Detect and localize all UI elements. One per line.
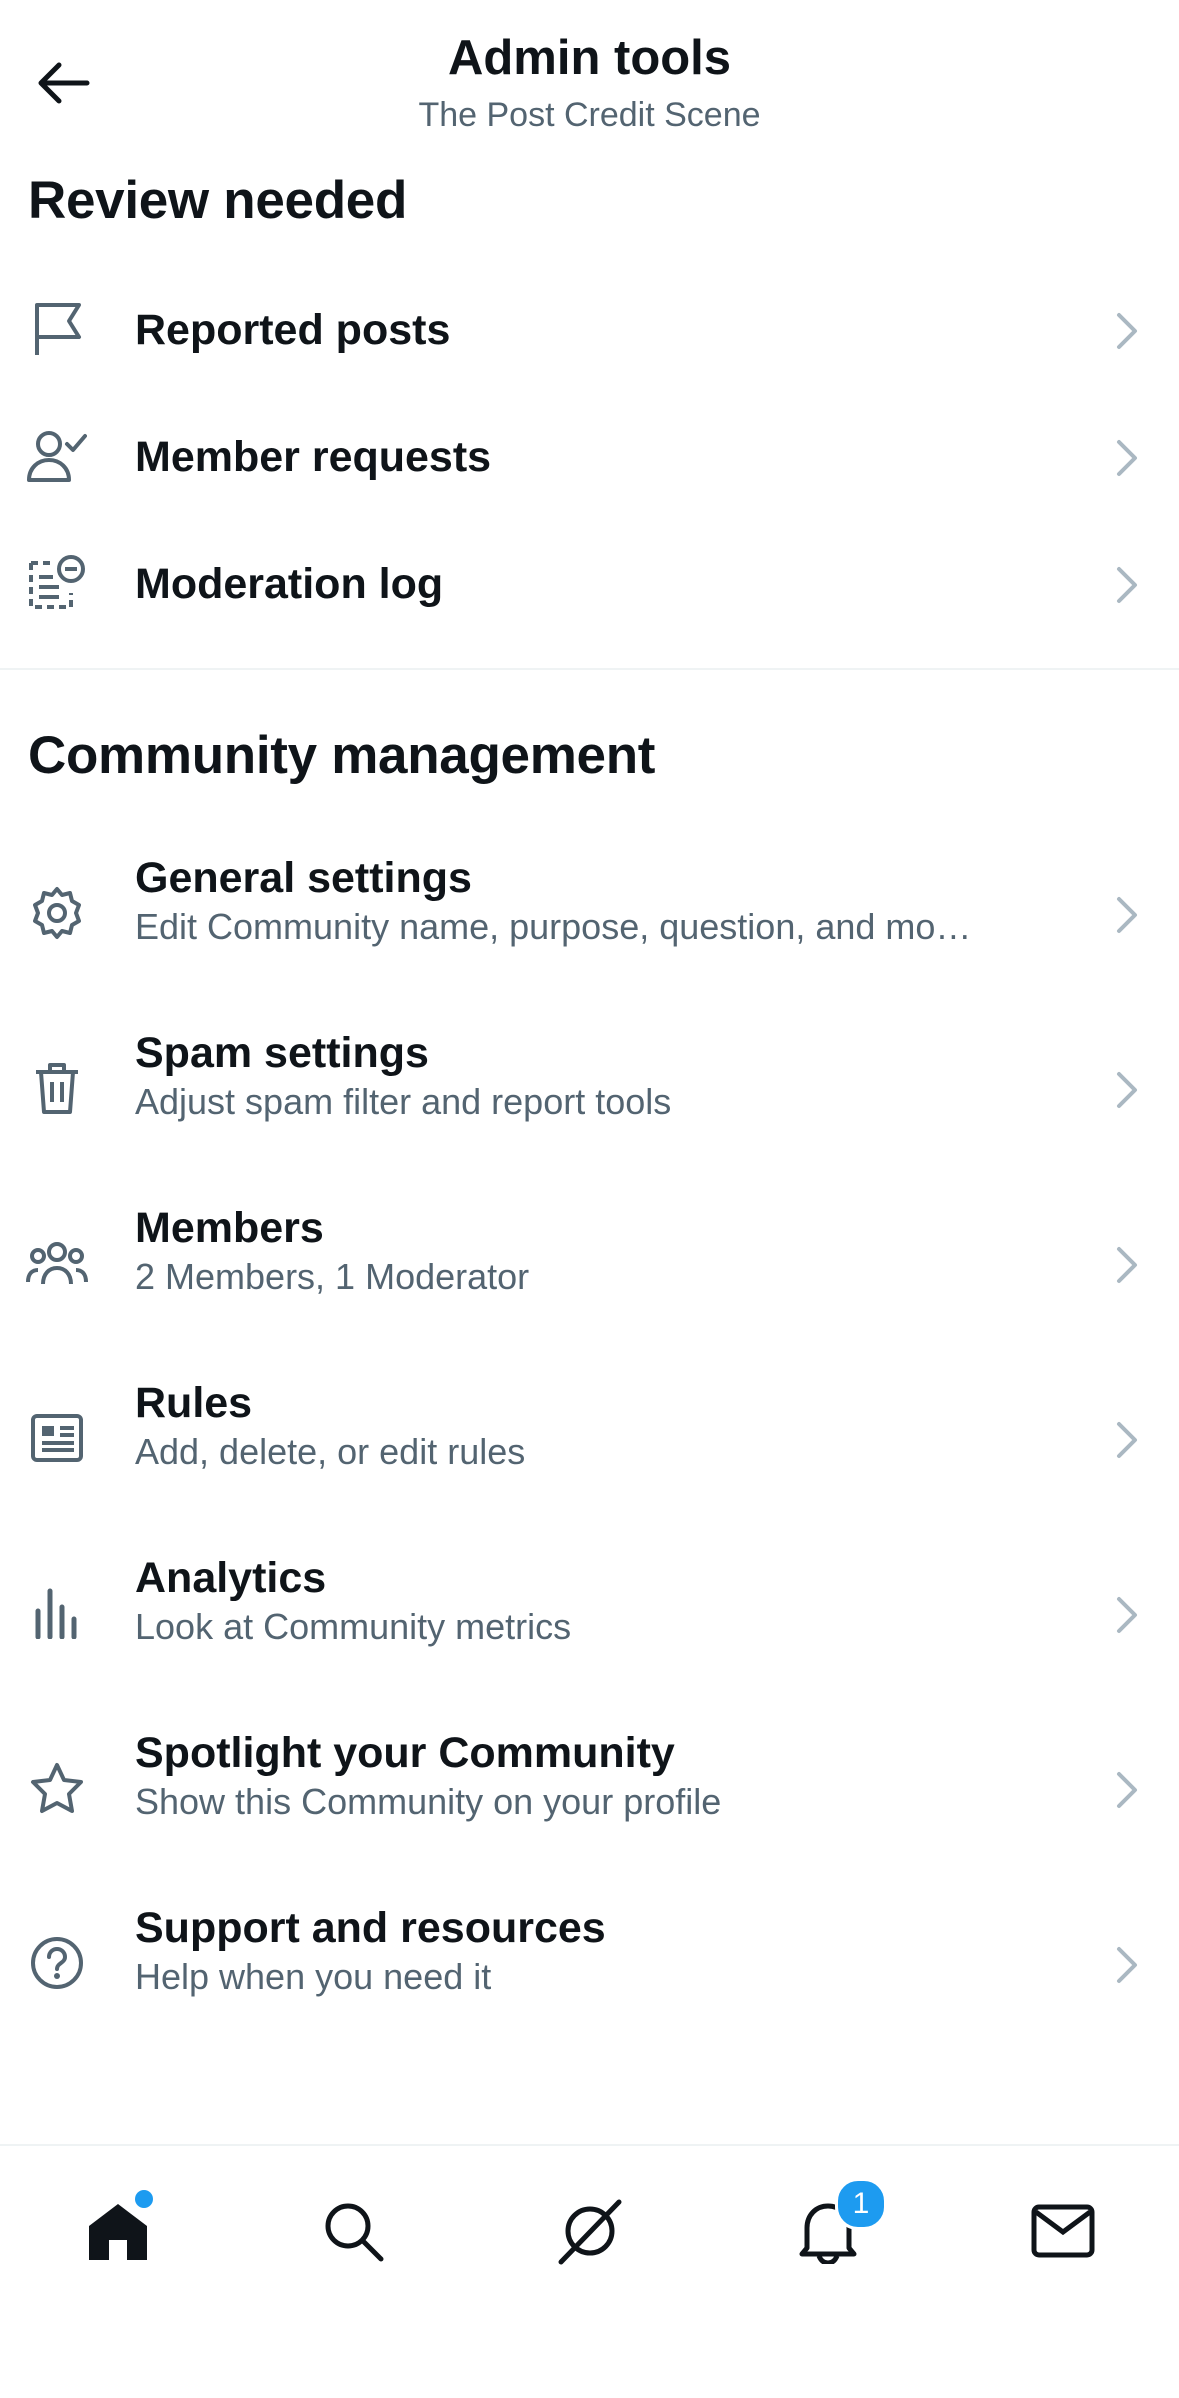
menu-item-analytics[interactable]: Analytics Look at Community metrics [0, 1550, 1179, 1680]
menu-item-description: Add, delete, or edit rules [135, 1431, 526, 1472]
chevron-right-icon [1107, 306, 1147, 356]
menu-item-general-settings[interactable]: General settings Edit Community name, pu… [0, 850, 1179, 980]
people-icon [26, 1232, 88, 1294]
section-divider [0, 668, 1179, 670]
home-icon[interactable] [73, 2186, 163, 2276]
menu-item-label: Spam settings [135, 1029, 429, 1077]
menu-item-label: Spotlight your Community [135, 1729, 675, 1777]
flag-icon [26, 298, 88, 360]
menu-item-spotlight[interactable]: Spotlight your Community Show this Commu… [0, 1725, 1179, 1855]
menu-item-description: Edit Community name, purpose, question, … [135, 906, 972, 947]
chevron-right-icon [1107, 433, 1147, 483]
menu-item-label: Moderation log [135, 560, 444, 608]
menu-item-reported-posts[interactable]: Reported posts [0, 290, 1179, 370]
bell-icon[interactable]: 1 [783, 2178, 887, 2276]
help-icon [26, 1932, 88, 1994]
page-subtitle: The Post Credit Scene [418, 96, 761, 134]
menu-item-label: Rules [135, 1379, 253, 1427]
menu-item-description: Adjust spam filter and report tools [135, 1081, 672, 1122]
menu-item-description: 2 Members, 1 Moderator [135, 1256, 530, 1297]
menu-item-moderation-log[interactable]: Moderation log [0, 544, 1179, 624]
notification-badge: 1 [835, 2178, 887, 2230]
mail-icon[interactable] [1018, 2186, 1108, 2276]
section-heading-review: Review needed [28, 171, 408, 230]
menu-item-spam-settings[interactable]: Spam settings Adjust spam filter and rep… [0, 1025, 1179, 1155]
menu-item-label: Member requests [135, 433, 492, 481]
menu-item-description: Help when you need it [135, 1956, 492, 1997]
moderation-log-icon [26, 552, 88, 614]
menu-item-description: Look at Community metrics [135, 1606, 572, 1647]
chevron-right-icon [1107, 1590, 1147, 1640]
star-icon [26, 1757, 88, 1819]
section-heading-management: Community management [28, 726, 656, 785]
search-icon[interactable] [308, 2186, 398, 2276]
trash-icon [26, 1057, 88, 1119]
menu-item-label: Reported posts [135, 306, 451, 354]
chevron-right-icon [1107, 1765, 1147, 1815]
home-unread-dot [135, 2190, 153, 2208]
menu-item-label: Analytics [135, 1554, 327, 1602]
menu-item-member-requests[interactable]: Member requests [0, 417, 1179, 497]
menu-item-description: Show this Community on your profile [135, 1781, 722, 1822]
analytics-icon [26, 1582, 88, 1644]
menu-item-support[interactable]: Support and resources Help when you need… [0, 1900, 1179, 2030]
chevron-right-icon [1107, 1065, 1147, 1115]
rules-icon [26, 1407, 88, 1469]
page-title: Admin tools [447, 31, 732, 85]
gear-icon [26, 882, 88, 944]
menu-item-members[interactable]: Members 2 Members, 1 Moderator [0, 1200, 1179, 1330]
chevron-right-icon [1107, 1940, 1147, 1990]
chevron-right-icon [1107, 560, 1147, 610]
menu-item-label: Support and resources [135, 1904, 606, 1952]
chevron-right-icon [1107, 890, 1147, 940]
chevron-right-icon [1107, 1240, 1147, 1290]
bottom-nav: 1 [0, 2144, 1179, 2398]
chevron-right-icon [1107, 1415, 1147, 1465]
grok-icon[interactable] [545, 2186, 635, 2276]
menu-item-label: General settings [135, 854, 472, 902]
person-check-icon [26, 425, 88, 487]
menu-item-label: Members [135, 1204, 324, 1252]
menu-item-rules[interactable]: Rules Add, delete, or edit rules [0, 1375, 1179, 1505]
header: Admin tools The Post Credit Scene [0, 0, 1179, 150]
